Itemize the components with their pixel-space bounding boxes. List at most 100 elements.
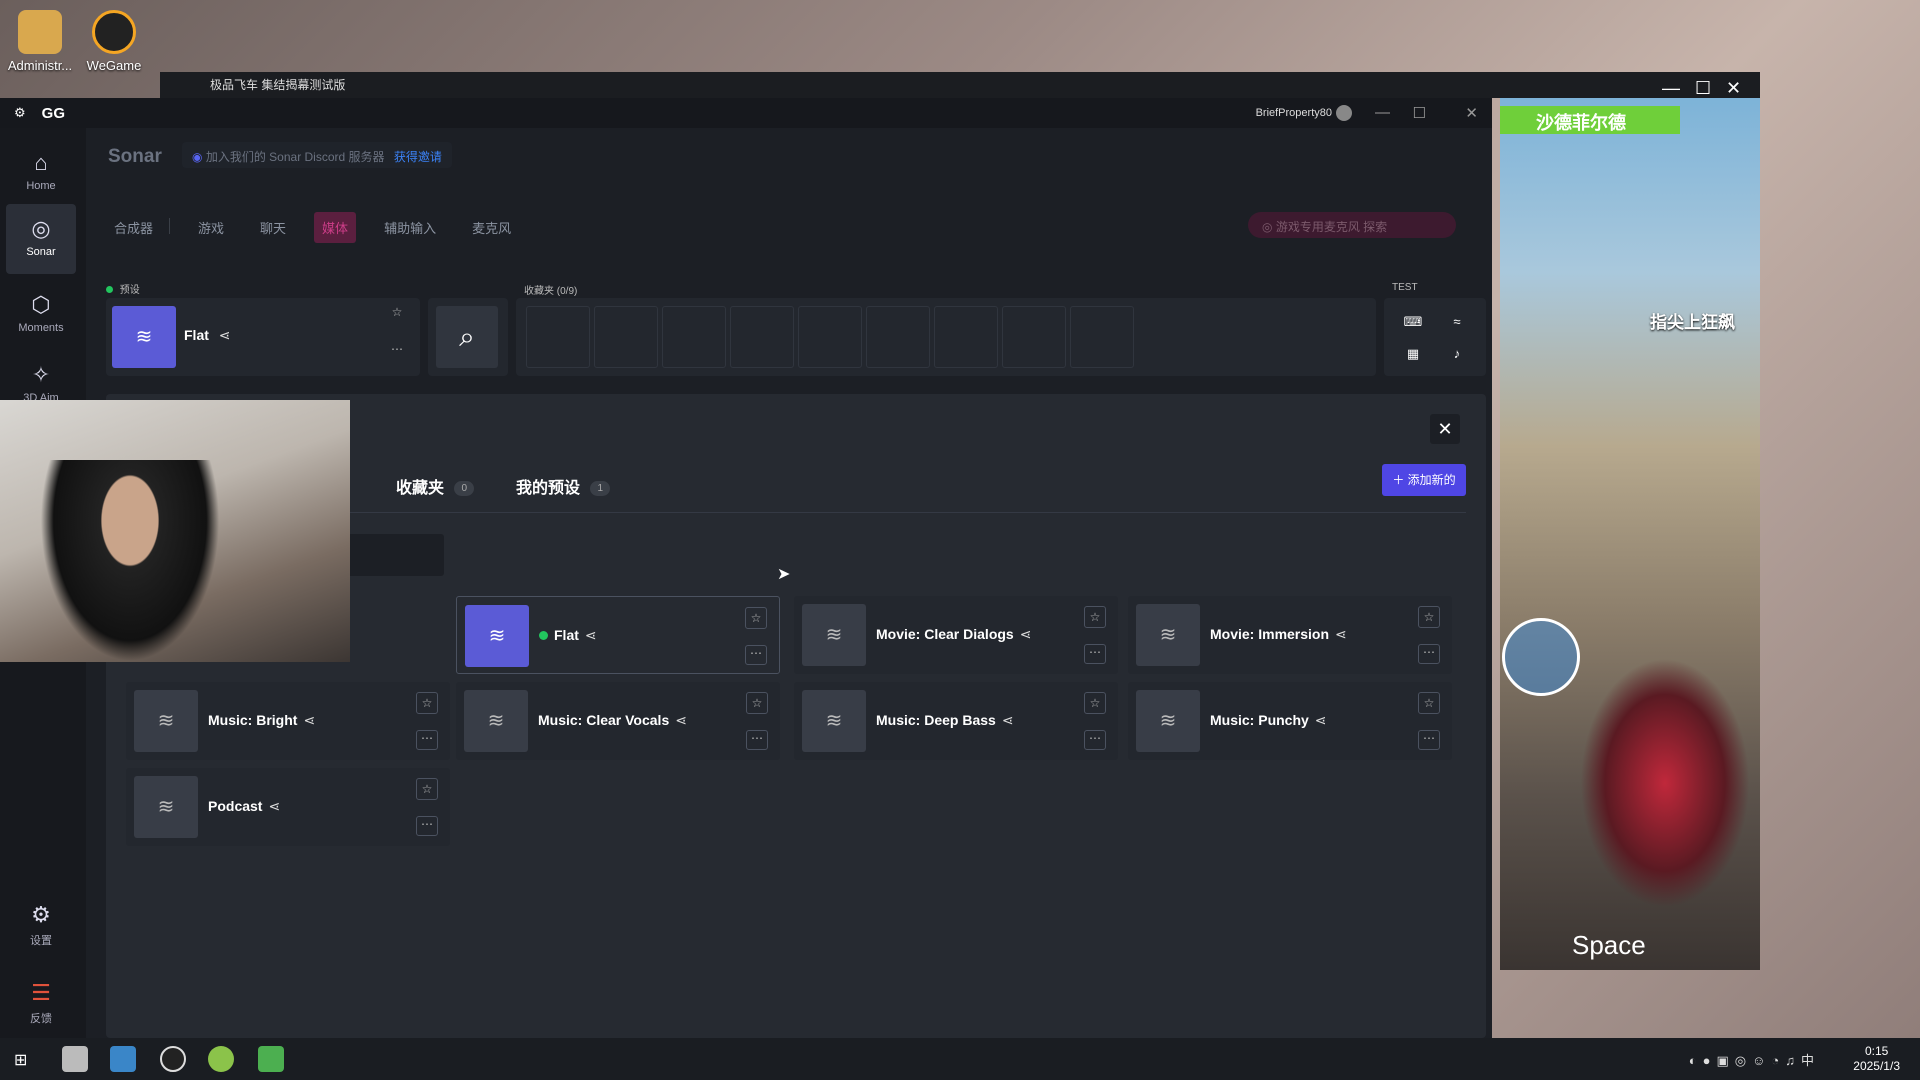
preset-wave-icon: ≋ [802, 690, 866, 752]
nav-sonar[interactable]: ◎ Sonar [6, 204, 76, 274]
taskbar-app-icon[interactable] [208, 1046, 234, 1072]
star-icon[interactable]: ☆ [386, 302, 408, 324]
windows-start-icon[interactable]: ⊞ [14, 1050, 27, 1070]
taskbar-app-icon[interactable] [62, 1046, 88, 1072]
more-button[interactable]: ⋯ [1084, 644, 1106, 664]
close-button[interactable]: ✕ [1465, 104, 1478, 122]
tab-chat[interactable]: 聊天 [252, 212, 294, 243]
preset-search[interactable]: ⌕ [428, 298, 508, 376]
discord-invite-link[interactable]: 获得邀请 [394, 150, 442, 164]
desktop-icon-admin[interactable]: Administr... [0, 4, 80, 73]
preset-name-text: Music: Deep Bass [876, 712, 996, 728]
star-icon[interactable]: ☆ [1418, 606, 1440, 628]
game-maximize-button[interactable]: ☐ [1695, 78, 1711, 99]
wave-test-icon[interactable]: ≈ [1442, 308, 1472, 336]
user-folder-icon [18, 10, 62, 54]
share-icon[interactable]: ⋖ [268, 798, 280, 814]
desktop-icon-wegame[interactable]: WeGame [74, 4, 154, 73]
star-icon[interactable]: ☆ [1418, 692, 1440, 714]
star-icon[interactable]: ☆ [1084, 692, 1106, 714]
preset-name-text: Music: Bright [208, 712, 298, 728]
more-button[interactable]: ⋯ [745, 645, 767, 665]
preset-card[interactable]: ≋ Music: Clear Vocals ⋖ ☆ ⋯ [456, 682, 780, 760]
preset-card[interactable]: ≋ Music: Punchy ⋖ ☆ ⋯ [1128, 682, 1452, 760]
tab-game[interactable]: 游戏 [190, 212, 232, 243]
tab-aux[interactable]: 辅助输入 [376, 212, 444, 243]
more-button[interactable]: ⋯ [386, 342, 408, 362]
preset-card[interactable]: ≋ Podcast ⋖ ☆ ⋯ [126, 768, 450, 846]
preset-name-text: Podcast [208, 798, 263, 814]
star-icon[interactable]: ☆ [1084, 606, 1106, 628]
more-button[interactable]: ⋯ [746, 730, 768, 750]
add-new-button[interactable]: ＋ 添加新的 [1382, 464, 1466, 496]
share-icon[interactable]: ⋖ [1315, 712, 1327, 728]
film-icon[interactable]: ▦ [1398, 340, 1428, 368]
preset-card[interactable]: ≋ Music: Deep Bass ⋖ ☆ ⋯ [794, 682, 1118, 760]
share-icon[interactable]: ⋖ [303, 712, 315, 728]
game-taskbar-icon[interactable] [258, 1046, 284, 1072]
minimize-button[interactable]: — [1375, 104, 1390, 121]
maximize-button[interactable]: ☐ [1413, 104, 1426, 122]
mic-search-pill[interactable]: ◎ 游戏专用麦克风 探索 [1248, 212, 1456, 238]
preset-card[interactable]: ≋ Flat ⋖ ☆ ⋯ [456, 596, 780, 674]
favorite-slot[interactable] [1002, 306, 1066, 368]
more-button[interactable]: ⋯ [1418, 730, 1440, 750]
clock-time: 0:15 [1864, 1044, 1889, 1058]
preset-card[interactable]: ≋ Movie: Immersion ⋖ ☆ ⋯ [1128, 596, 1452, 674]
tab-mixer[interactable]: 合成器 [106, 212, 161, 243]
nav-moments[interactable]: ⬡ Moments [6, 280, 76, 350]
favorite-slot[interactable] [662, 306, 726, 368]
nav-label: 设置 [30, 935, 52, 947]
nav-feedback[interactable]: ☰ 反馈 [6, 968, 76, 1038]
favorite-slot[interactable] [798, 306, 862, 368]
nav-settings[interactable]: ⚙ 设置 [6, 890, 76, 960]
more-button[interactable]: ⋯ [416, 816, 438, 836]
tab-mic[interactable]: 麦克风 [464, 212, 519, 243]
tab-media[interactable]: 媒体 [314, 212, 357, 243]
close-icon[interactable]: ✕ [1430, 414, 1460, 444]
taskbar-app-icon[interactable] [110, 1046, 136, 1072]
star-icon[interactable]: ☆ [746, 692, 768, 714]
current-preset-name: Flat ⋖ [184, 327, 231, 344]
tab-favorites[interactable]: 收藏夹 0 [396, 474, 475, 498]
preset-card[interactable]: ≋ Music: Bright ⋖ ☆ ⋯ [126, 682, 450, 760]
star-icon[interactable]: ☆ [416, 778, 438, 800]
star-icon[interactable]: ☆ [416, 692, 438, 714]
favorite-slot[interactable] [730, 306, 794, 368]
share-icon[interactable]: ⋖ [585, 627, 597, 643]
game-nitro-button[interactable] [1502, 618, 1580, 696]
mouse-cursor: ➤ [777, 566, 791, 583]
share-icon[interactable]: ⋖ [1335, 626, 1347, 642]
game-close-button[interactable]: ✕ [1726, 78, 1741, 99]
more-button[interactable]: ⋯ [416, 730, 438, 750]
avatar[interactable] [1336, 105, 1352, 121]
favorite-slot[interactable] [526, 306, 590, 368]
preset-name-text: Flat [184, 327, 209, 343]
username[interactable]: BriefProperty80 [1256, 107, 1332, 119]
favorite-slot[interactable] [866, 306, 930, 368]
favorite-slot[interactable] [934, 306, 998, 368]
share-icon[interactable]: ⋖ [675, 712, 687, 728]
game-view[interactable]: 沙德菲尔德 指尖上狂飙 Space [1500, 98, 1760, 970]
discord-banner[interactable]: ◉ 加入我们的 Sonar Discord 服务器 获得邀请 [182, 142, 452, 168]
steelseries-taskbar-icon[interactable] [160, 1046, 186, 1072]
star-icon[interactable]: ☆ [745, 607, 767, 629]
more-button[interactable]: ⋯ [1084, 730, 1106, 750]
more-button[interactable]: ⋯ [1418, 644, 1440, 664]
share-icon[interactable]: ⋖ [1020, 626, 1032, 642]
preset-card[interactable]: ≋ Movie: Clear Dialogs ⋖ ☆ ⋯ [794, 596, 1118, 674]
nav-label: Sonar [26, 246, 56, 258]
game-minimize-button[interactable]: — [1662, 78, 1680, 99]
share-icon[interactable]: ⋖ [219, 327, 231, 343]
current-preset[interactable]: ≋ Flat ⋖ ☆ ⋯ [106, 298, 420, 376]
preset-search-input[interactable] [336, 534, 444, 576]
share-icon[interactable]: ⋖ [1002, 712, 1014, 728]
gamepad-icon[interactable]: ⌨ [1398, 308, 1428, 336]
favorite-slot[interactable] [1070, 306, 1134, 368]
music-note-icon[interactable]: ♪ [1442, 340, 1472, 368]
sonar-icon: ◎ [31, 216, 51, 241]
tab-my-presets[interactable]: 我的预设 1 [516, 474, 611, 498]
nav-home[interactable]: ⌂ Home [6, 138, 76, 208]
favorite-slot[interactable] [594, 306, 658, 368]
clock[interactable]: 0:15 2025/1/3 [1853, 1044, 1900, 1074]
